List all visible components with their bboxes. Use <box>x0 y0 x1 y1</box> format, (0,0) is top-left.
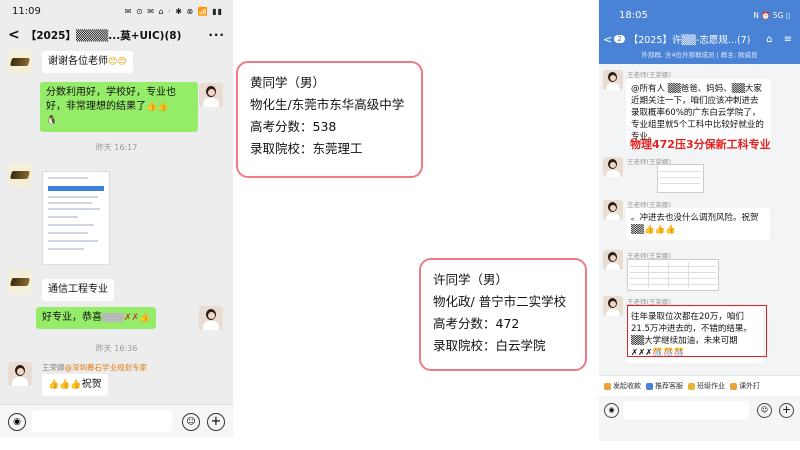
status-icons: ✉ ⊙ ✉ ⌂ · ✱ ⊗ 📶 ▮▮ <box>124 6 223 16</box>
status-icons: N ⏰ 5G ▯ <box>753 10 790 20</box>
message-text: 通信工程专业 <box>48 284 108 295</box>
student-score: 高考分数：472 <box>433 316 520 331</box>
unread-badge: 2 <box>614 35 625 43</box>
teacher-avatar[interactable] <box>199 83 223 107</box>
teacher-avatar[interactable] <box>8 362 32 386</box>
parent-avatar[interactable] <box>8 50 32 74</box>
plus-icon[interactable]: + <box>207 413 225 431</box>
student-subjects-school: 物化政/ 普宁市二实学校 <box>433 294 567 309</box>
voice-icon[interactable]: ◉ <box>604 403 619 418</box>
status-time: 11:09 <box>12 5 41 17</box>
message-text: 祝贺 <box>81 379 102 390</box>
teacher-avatar[interactable] <box>199 306 223 330</box>
table-image[interactable] <box>657 164 704 193</box>
chat-header: < 【2025】▒▒▒▒...莫+UIC)(8) ··· <box>0 22 233 48</box>
message-bubble: 👍👍👍祝贺 <box>42 374 108 396</box>
emoji-icon[interactable]: ☺ <box>757 403 772 418</box>
tab-label: 推荐客服 <box>655 382 683 390</box>
student-score: 高考分数：538 <box>250 119 337 134</box>
header-icons[interactable]: ⌂ ≡ <box>766 34 796 45</box>
teacher-avatar[interactable] <box>603 70 623 90</box>
input-bar: ◉ ☺ + <box>599 397 800 425</box>
chat-header: < 2 【2025】许▒▒-志愿规...(7) ⌂ ≡ <box>599 30 800 48</box>
message-bubble: 。冲进去也没什么调剂风险。祝贺▒▒👍👍👍 <box>626 208 770 240</box>
table-image[interactable] <box>627 259 719 291</box>
more-icon[interactable]: ··· <box>208 28 225 42</box>
chat-title: 【2025】许▒▒-志愿规...(7) <box>628 35 751 46</box>
teacher-avatar[interactable] <box>603 157 623 177</box>
parent-avatar[interactable] <box>8 270 32 294</box>
student-name: 黄同学（男） <box>250 75 326 90</box>
sender-org: @深圳慕石学业规划专家 <box>64 363 148 372</box>
student-admission: 录取院校：东莞理工 <box>250 141 363 156</box>
message-input[interactable] <box>623 401 749 419</box>
emoji: 👍👍 <box>146 102 169 112</box>
back-icon[interactable]: < <box>603 33 612 46</box>
tab-label: 课外打 <box>739 382 760 390</box>
sender-name: 王老师(王荣娜) <box>627 71 672 79</box>
student-info-card-2: 许同学（男） 物化政/ 普宁市二实学校 高考分数：472 录取院校：白云学院 <box>419 258 587 371</box>
status-time: 18:05 <box>619 9 648 21</box>
group-subheader: 外部群, 含4位外部群成员 | 群主: 欧威良 <box>599 48 800 64</box>
chat-title: 【2025】▒▒▒▒...莫+UIC)(8) <box>25 29 182 42</box>
emoji: 👍 <box>139 313 151 323</box>
emoji: 😊😊 <box>108 57 127 67</box>
sender-label: 王荣娜 <box>42 363 65 372</box>
tab-payment[interactable]: 发起收款 <box>604 381 641 391</box>
student-name: 许同学（男） <box>433 272 509 287</box>
tab-label: 发起收款 <box>613 382 641 390</box>
message-bubble: 谢谢各位老师😊😊 <box>42 51 133 73</box>
emoji-icon[interactable]: ☺ <box>182 413 200 431</box>
highlight-caption: 物理472压3分保新工科专业 <box>630 138 771 151</box>
message-bubble: 通信工程专业 <box>42 279 114 301</box>
parent-avatar[interactable] <box>8 163 32 187</box>
admission-screenshot-image[interactable] <box>42 171 110 265</box>
tab-homework[interactable]: 班级作业 <box>688 381 725 391</box>
left-chat-screenshot: 11:09 ✉ ⊙ ✉ ⌂ · ✱ ⊗ 📶 ▮▮ < 【2025】▒▒▒▒...… <box>0 0 233 437</box>
status-bar: 11:09 ✉ ⊙ ✉ ⌂ · ✱ ⊗ 📶 ▮▮ <box>0 0 233 22</box>
redacted-name <box>102 312 124 322</box>
highlight-box <box>627 305 767 357</box>
back-icon[interactable]: < <box>8 27 20 43</box>
message-text: 谢谢各位老师 <box>48 56 108 67</box>
message-bubble-sent: 分数利用好，学校好，专业也好，非常理想的结果了👍👍 🐧 <box>40 82 198 132</box>
message-text: 好专业，恭喜 <box>42 312 102 323</box>
teacher-avatar[interactable] <box>603 200 623 220</box>
right-chat-screenshot: 18:05 N ⏰ 5G ▯ < 2 【2025】许▒▒-志愿规...(7) ⌂… <box>599 0 800 441</box>
message-bubble-sent: 好专业，恭喜 ✗✗👍 <box>36 307 157 329</box>
timestamp: 昨天 16:36 <box>95 344 138 353</box>
tab-support[interactable]: 推荐客服 <box>646 381 683 391</box>
plus-icon[interactable]: + <box>779 403 794 418</box>
message-text: @所有人 ▒▒爸爸、妈妈、▒▒大家近期关注一下，咱们应该冲刺进去录取概率60%的… <box>631 84 764 142</box>
message-input[interactable] <box>32 410 172 432</box>
message-text: 。冲进去也没什么调剂风险。祝贺▒▒👍👍👍 <box>631 213 759 235</box>
emoji: 👍👍👍 <box>48 380 82 390</box>
teacher-avatar[interactable] <box>603 250 623 270</box>
voice-icon[interactable]: ◉ <box>8 413 26 431</box>
quick-action-tabs: 发起收款 推荐客服 班级作业 课外打 <box>599 375 800 396</box>
student-admission: 录取院校：白云学院 <box>433 338 546 353</box>
emoji: ✗✗ <box>124 313 140 323</box>
emoji: 🐧 <box>46 116 58 126</box>
student-info-card-1: 黄同学（男） 物化生/东莞市东华高级中学 高考分数：538 录取院校：东莞理工 <box>236 61 423 178</box>
status-bar: 18:05 N ⏰ 5G ▯ <box>599 0 800 30</box>
sender-name: 王荣娜@深圳慕石学业规划专家 <box>42 362 147 373</box>
student-subjects-school: 物化生/东莞市东华高级中学 <box>250 97 405 112</box>
input-bar: ◉ ☺ + <box>0 404 233 437</box>
teacher-avatar[interactable] <box>603 296 623 316</box>
timestamp: 昨天 16:17 <box>95 143 138 152</box>
tab-label: 班级作业 <box>697 382 725 390</box>
tab-extracurricular[interactable]: 课外打 <box>730 381 760 391</box>
